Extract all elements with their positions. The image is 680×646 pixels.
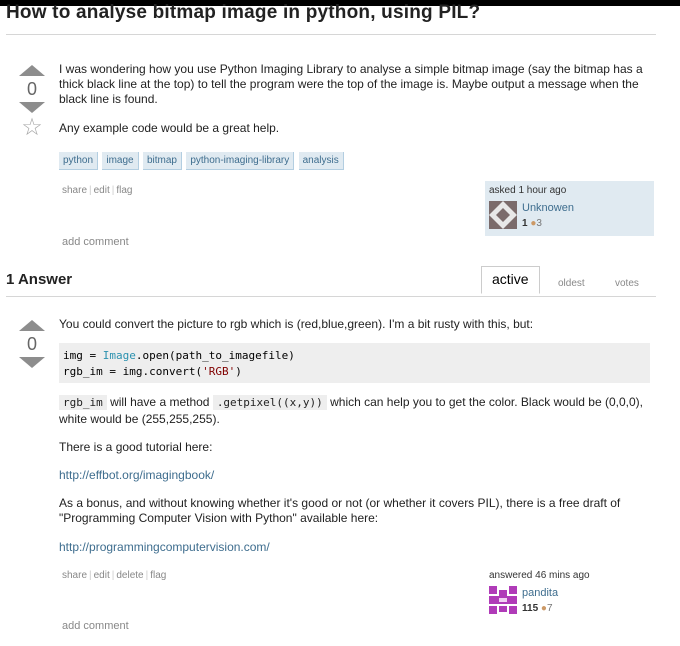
user-reputation: 115 ●7 [522,603,553,614]
reputation-score: 1 [522,218,528,229]
answer-paragraph: As a bonus, and without knowing whether … [59,496,621,525]
code-line: rgb_im = img.convert('RGB') [63,365,242,378]
answer-paragraph: There is a good tutorial here: [59,440,213,454]
question-post-menu: share | edit | flag [62,185,133,196]
favorite-star-icon[interactable]: ☆ [17,115,47,141]
question-vote-cell: 0 ☆ [17,65,47,141]
upvote-icon[interactable] [19,65,45,76]
tag-python-imaging-library[interactable]: python-imaging-library [186,152,295,170]
question-title[interactable]: How to analyse bitmap image in python, u… [6,2,480,24]
answer-paragraph-getpixel: rgb_im will have a method .getpixel((x,y… [59,395,643,426]
book-link[interactable]: http://programmingcomputervision.com/ [59,540,270,555]
question-paragraph: I was wondering how you use Python Imagi… [59,62,643,106]
answer-add-comment-link[interactable]: add comment [62,620,129,632]
title-divider [6,34,656,35]
asked-time: asked 1 hour ago [489,185,567,196]
answer-intro: You could convert the picture to rgb whi… [59,317,534,331]
user-name-link[interactable]: Unknowen [522,202,574,214]
user-name-link[interactable]: pandita [522,587,558,599]
question-add-comment-link[interactable]: add comment [62,236,129,248]
code-block: img = Image.open(path_to_imagefile) rgb_… [59,343,650,383]
upvote-icon[interactable] [19,320,45,331]
question-paragraph: Any example code would be a great help. [59,121,280,135]
share-link[interactable]: share [62,185,87,196]
inline-code: .getpixel((x,y)) [212,395,327,410]
answers-divider [6,296,656,297]
inline-code: rgb_im [59,395,107,410]
downvote-icon[interactable] [19,102,45,113]
answer-vote-cell: 0 [17,320,47,368]
downvote-icon[interactable] [19,357,45,368]
question-tags: python image bitmap python-imaging-libra… [59,152,345,170]
tab-votes[interactable]: votes [615,278,639,289]
bronze-badge-count: 3 [536,218,542,229]
question-owner-card: asked 1 hour ago Unknowen 1 ●3 [485,181,654,236]
question-vote-count: 0 [26,79,37,99]
flag-link[interactable]: flag [116,185,132,196]
bronze-badge-count: 7 [546,603,553,614]
tab-active[interactable]: active [481,266,540,294]
tag-python[interactable]: python [59,152,99,170]
answer-vote-count: 0 [26,334,37,354]
delete-link[interactable]: delete [116,570,143,581]
answer-post-menu: share | edit | delete | flag [62,570,167,581]
tag-analysis[interactable]: analysis [298,152,344,170]
question-body: I was wondering how you use Python Imagi… [59,62,659,136]
share-link[interactable]: share [62,570,87,581]
user-avatar-icon[interactable] [489,201,517,229]
tag-image[interactable]: image [102,152,139,170]
flag-link[interactable]: flag [150,570,166,581]
tag-bitmap[interactable]: bitmap [142,152,182,170]
answers-count-heading: 1 Answer [6,271,73,288]
answer-owner-card: answered 46 mins ago pandita 115 ●7 [485,566,654,618]
user-reputation: 1 ●3 [522,218,542,229]
user-avatar-icon[interactable] [489,586,517,614]
reputation-score: 115 [522,603,539,614]
edit-link[interactable]: edit [94,570,110,581]
tab-oldest[interactable]: oldest [558,278,585,289]
code-line: img = Image.open(path_to_imagefile) [63,349,295,362]
tutorial-link[interactable]: http://effbot.org/imagingbook/ [59,468,214,483]
answered-time: answered 46 mins ago [489,570,590,581]
edit-link[interactable]: edit [94,185,110,196]
